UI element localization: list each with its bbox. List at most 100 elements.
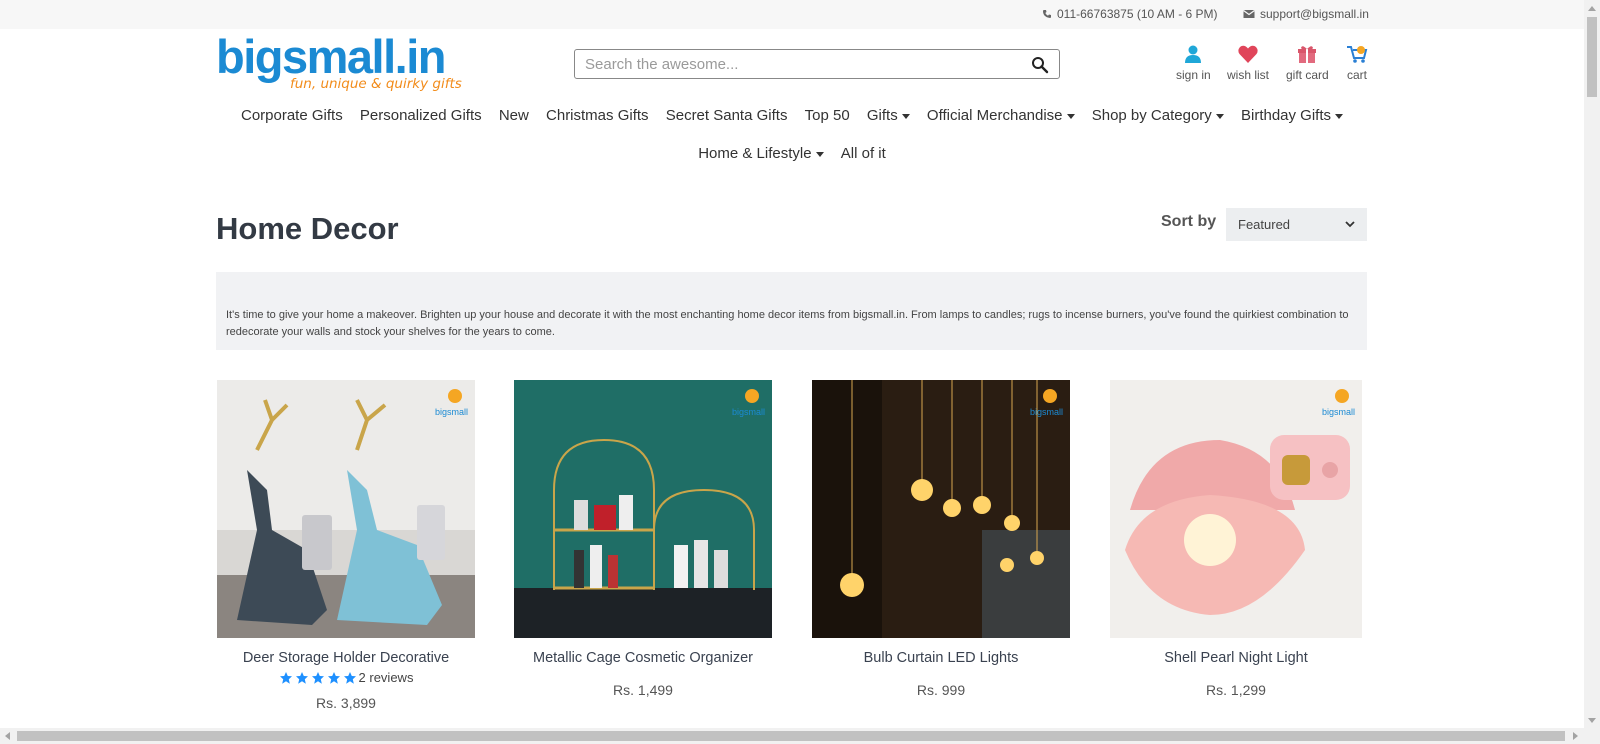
gift-card-link[interactable]: gift card (1286, 44, 1329, 82)
watermark-logo-icon: bigsmall (732, 389, 765, 417)
shell-light-image (1110, 380, 1362, 638)
sign-in-link[interactable]: sign in (1176, 44, 1211, 82)
nav-secret-santa-gifts[interactable]: Secret Santa Gifts (657, 107, 796, 124)
main-nav-row-2: Home & Lifestyle All of it (0, 145, 1584, 162)
contact-phone[interactable]: 011-66763875 (10 AM - 6 PM) (1042, 7, 1218, 21)
caret-down-icon (901, 114, 910, 119)
nav-label: New (498, 107, 529, 124)
nav-label: Home & Lifestyle (698, 145, 812, 162)
page-title: Home Decor (216, 211, 399, 246)
nav-label: Secret Santa Gifts (665, 107, 788, 124)
nav-home-lifestyle[interactable]: Home & Lifestyle (690, 145, 833, 162)
product-card[interactable]: bigsmall Deer Storage Holder Decorative … (217, 380, 475, 711)
phone-text: 011-66763875 (10 AM - 6 PM) (1057, 7, 1218, 21)
scroll-left-arrow-icon[interactable] (5, 732, 10, 740)
product-card[interactable]: bigsmall Shell Pearl Night Light Rs. 1,2… (1110, 380, 1362, 698)
scroll-right-arrow-icon[interactable] (1573, 732, 1578, 740)
watermark-logo-icon: bigsmall (1322, 389, 1355, 417)
star-icon (295, 671, 308, 684)
horizontal-scroll-thumb[interactable] (17, 731, 1565, 741)
product-name[interactable]: Deer Storage Holder Decorative (217, 650, 475, 666)
watermark-logo-icon: bigsmall (435, 389, 468, 417)
star-icon (343, 671, 356, 684)
wish-list-label: wish list (1227, 68, 1270, 82)
sort-selected-value: Featured (1238, 217, 1291, 232)
sign-in-label: sign in (1176, 68, 1211, 82)
contact-email[interactable]: support@bigsmall.in (1243, 7, 1369, 21)
vertical-scrollbar[interactable] (1584, 0, 1600, 744)
search-bar (574, 49, 1060, 79)
email-text: support@bigsmall.in (1260, 7, 1369, 21)
svg-text:bigsmall: bigsmall (1030, 407, 1063, 417)
svg-text:bigsmall: bigsmall (732, 407, 765, 417)
mail-icon (1243, 10, 1255, 18)
site-logo[interactable]: bigsmall.in fun, unique & quirky gifts (216, 30, 462, 96)
nav-label: Personalized Gifts (359, 107, 482, 124)
nav-christmas-gifts[interactable]: Christmas Gifts (537, 107, 657, 124)
scroll-up-arrow-icon[interactable] (1588, 6, 1596, 11)
nav-shop-by-category[interactable]: Shop by Category (1083, 107, 1232, 124)
product-rating: 2 reviews (217, 670, 475, 685)
product-image[interactable]: bigsmall (812, 380, 1070, 638)
nav-label: Corporate Gifts (240, 107, 343, 124)
star-icon (279, 671, 292, 684)
vertical-scroll-thumb[interactable] (1587, 17, 1597, 97)
caret-down-icon (815, 152, 824, 157)
collection-description: It's time to give your home a makeover. … (216, 272, 1367, 350)
user-icon (1185, 45, 1202, 63)
product-image[interactable]: bigsmall (1110, 380, 1362, 638)
star-icon (327, 671, 340, 684)
nav-label: Christmas Gifts (546, 107, 649, 124)
product-price: Rs. 999 (916, 682, 966, 698)
product-image[interactable]: bigsmall (514, 380, 772, 638)
product-price: Rs. 3,899 (316, 695, 376, 711)
nav-gifts[interactable]: Gifts (858, 107, 918, 124)
product-image[interactable]: bigsmall (217, 380, 475, 638)
nav-birthday-gifts[interactable]: Birthday Gifts (1232, 107, 1351, 124)
nav-label: Birthday Gifts (1240, 107, 1332, 124)
product-name[interactable]: Shell Pearl Night Light (1110, 650, 1362, 666)
nav-all-of-it[interactable]: All of it (832, 145, 894, 162)
caret-down-icon (1215, 114, 1224, 119)
watermark-logo-icon: bigsmall (1030, 389, 1063, 417)
nav-label: Official Merchandise (926, 107, 1063, 124)
nav-label: Shop by Category (1091, 107, 1212, 124)
cart-link[interactable]: cart (1346, 44, 1368, 82)
scroll-down-arrow-icon[interactable] (1588, 718, 1596, 723)
top-utility-bar: 011-66763875 (10 AM - 6 PM) support@bigs… (0, 0, 1584, 29)
product-price: Rs. 1,299 (1206, 682, 1266, 698)
sort-label: Sort by (1161, 213, 1217, 230)
cart-icon (1347, 46, 1368, 63)
nav-corporate-gifts[interactable]: Corporate Gifts (232, 107, 351, 124)
caret-down-icon (1335, 114, 1344, 119)
product-card[interactable]: bigsmall Bulb Curtain LED Lights Rs. 999 (812, 380, 1070, 698)
product-name[interactable]: Bulb Curtain LED Lights (812, 650, 1070, 666)
svg-text:bigsmall: bigsmall (1322, 407, 1355, 417)
deer-holder-image (217, 380, 475, 638)
heart-icon (1238, 45, 1258, 63)
wish-list-link[interactable]: wish list (1227, 44, 1269, 82)
nav-new[interactable]: New (490, 107, 537, 124)
search-icon[interactable] (1031, 56, 1049, 74)
caret-down-icon (1066, 114, 1075, 119)
sort-select[interactable]: Featured (1226, 208, 1367, 241)
nav-label: All of it (840, 145, 886, 162)
gift-card-label: gift card (1286, 68, 1329, 82)
chevron-down-icon (1345, 221, 1355, 228)
cart-label: cart (1346, 68, 1367, 82)
logo-wordmark: bigsmall.in (216, 30, 447, 83)
search-input[interactable] (575, 50, 1015, 78)
nav-official-merchandise[interactable]: Official Merchandise (918, 107, 1083, 124)
star-icon (311, 671, 324, 684)
gift-icon (1298, 46, 1317, 63)
nav-personalized-gifts[interactable]: Personalized Gifts (351, 107, 490, 124)
product-card[interactable]: bigsmall Metallic Cage Cosmetic Organize… (514, 380, 772, 698)
svg-text:bigsmall: bigsmall (435, 407, 468, 417)
review-count[interactable]: 2 reviews (359, 670, 414, 685)
main-nav: Corporate Gifts Personalized Gifts New C… (0, 107, 1584, 124)
product-name[interactable]: Metallic Cage Cosmetic Organizer (514, 650, 772, 666)
horizontal-scrollbar[interactable] (0, 728, 1584, 744)
nav-label: Gifts (866, 107, 898, 124)
phone-icon (1043, 10, 1051, 18)
nav-top-50[interactable]: Top 50 (796, 107, 858, 124)
